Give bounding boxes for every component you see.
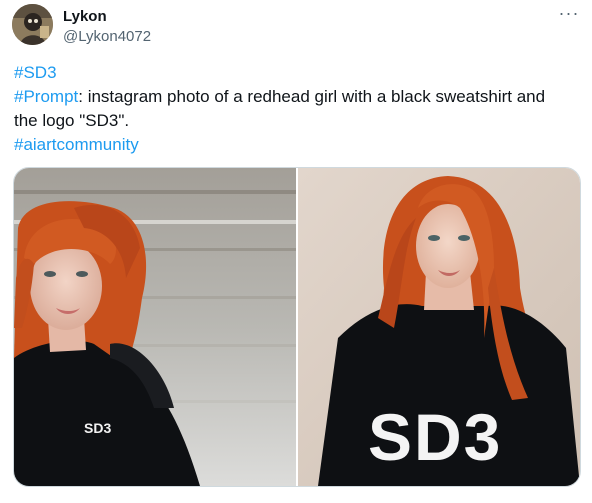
more-dots-icon[interactable]: ··· xyxy=(556,2,582,28)
avatar[interactable] xyxy=(12,4,53,45)
prompt-text-continued: the logo "SD3". xyxy=(14,111,130,130)
right-sweatshirt-logo: SD3 xyxy=(368,400,502,474)
photo-left-image: SD3 xyxy=(14,168,296,486)
author-name[interactable]: Lykon xyxy=(63,8,107,26)
photo-right[interactable]: SD3 xyxy=(298,168,580,486)
photo-left[interactable]: SD3 xyxy=(14,168,296,486)
hashtag-prompt-link[interactable]: #Prompt xyxy=(14,87,78,106)
author-handle[interactable]: @Lykon4072 xyxy=(63,28,151,46)
prompt-text: : instagram photo of a redhead girl with… xyxy=(78,87,546,106)
photo-right-image: SD3 xyxy=(298,168,580,486)
hashtag-sd3-link[interactable]: #SD3 xyxy=(14,63,57,82)
avatar-image xyxy=(12,4,53,45)
media-grid: SD3 SD3 xyxy=(13,167,581,487)
hashtag-aiartcommunity-link[interactable]: #aiartcommunity xyxy=(14,135,139,154)
tweet-text: #SD3 #Prompt: instagram photo of a redhe… xyxy=(14,61,574,157)
left-sweatshirt-logo: SD3 xyxy=(84,420,111,436)
